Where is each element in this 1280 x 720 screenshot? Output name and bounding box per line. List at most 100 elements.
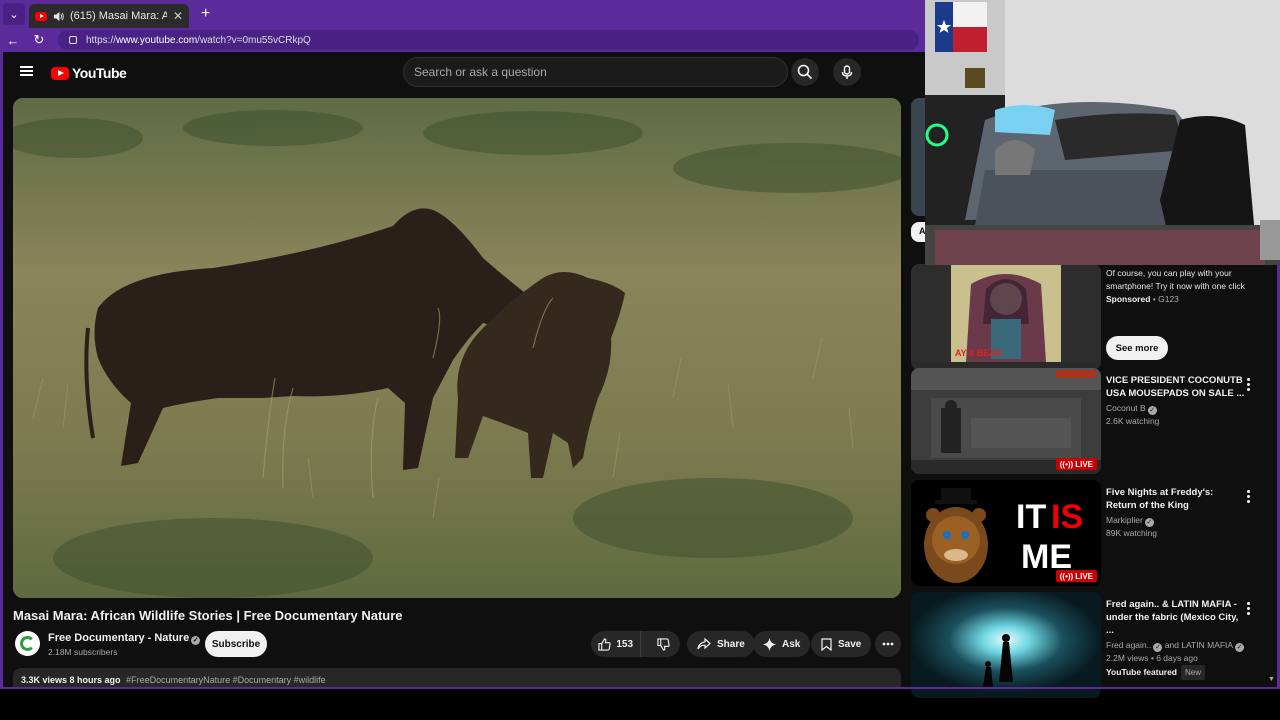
recommendation-channel[interactable]: Coconut B ✓ xyxy=(1106,402,1246,415)
more-vertical-icon[interactable] xyxy=(1247,602,1251,617)
thumb-text-is: IS xyxy=(1051,498,1083,536)
live-badge: ((•)) LIVE xyxy=(1055,570,1097,582)
address-bar-row: ← ↻ https://www.youtube.com/watch?v=0mu5… xyxy=(0,28,925,52)
video-frame-warthogs xyxy=(13,98,901,598)
share-button[interactable]: Share xyxy=(687,631,755,657)
sparkle-icon xyxy=(763,637,776,651)
more-vertical-icon[interactable] xyxy=(1247,490,1251,505)
share-label: Share xyxy=(717,638,745,650)
channel-avatar[interactable] xyxy=(15,631,40,656)
recommendation-title[interactable]: VICE PRESIDENT COCONUTB USA MOUSEPADS ON… xyxy=(1106,374,1246,400)
browser-tab-bar: ⌄ (615) Masai Mara: African Wil ✕ + xyxy=(0,0,925,28)
youtube-favicon-icon xyxy=(35,11,47,21)
live-badge: ((•)) LIVE xyxy=(1055,458,1097,470)
live-signal-icon: ((•)) xyxy=(1059,571,1074,581)
site-info-icon[interactable] xyxy=(68,35,78,45)
recommendation-channel[interactable]: Fred again.. ✓ and LATIN MAFIA ✓ xyxy=(1106,639,1246,652)
reload-icon[interactable]: ↻ xyxy=(32,32,46,48)
sponsored-ad[interactable]: AY 8 BEAR Of course, you can play with y… xyxy=(911,264,1280,370)
upload-time: 8 hours ago xyxy=(69,675,121,685)
recommendation-title[interactable]: Fred again.. & LATIN MAFIA - under the f… xyxy=(1106,598,1246,637)
ad-info: Of course, you can play with your smartp… xyxy=(1106,265,1246,306)
youtube-play-logo-icon xyxy=(51,66,69,80)
back-arrow-icon[interactable]: ← xyxy=(6,33,20,48)
verified-icon: ✓ xyxy=(1144,518,1154,527)
hashtags[interactable]: #FreeDocumentaryNature #Documentary #wil… xyxy=(126,675,326,685)
youtube-page: YouTube Search or ask a question Masai M… xyxy=(3,52,925,687)
recommendation-thumbnail[interactable]: ((•)) LIVE xyxy=(911,368,1101,474)
subscribe-button[interactable]: Subscribe xyxy=(205,631,267,657)
tab-title: (615) Masai Mara: African Wil xyxy=(70,10,167,22)
recommendation-info: VICE PRESIDENT COCONUTB USA MOUSEPADS ON… xyxy=(1106,374,1246,428)
ad-thumbnail[interactable]: AY 8 BEAR xyxy=(911,264,1101,370)
share-icon xyxy=(697,638,711,650)
see-more-button[interactable]: See more xyxy=(1106,336,1168,360)
save-button[interactable]: Save xyxy=(811,631,872,657)
logo-text: YouTube xyxy=(72,65,127,81)
close-tab-icon[interactable]: ✕ xyxy=(173,9,183,23)
channel-name[interactable]: Free Documentary - Nature ✓ xyxy=(48,632,201,645)
ad-line-1: Of course, you can play with your xyxy=(1106,268,1232,278)
browser-tab[interactable]: (615) Masai Mara: African Wil ✕ xyxy=(29,4,189,28)
verified-icon: ✓ xyxy=(1153,643,1163,652)
concert-thumbnail-art xyxy=(911,592,1101,698)
window-border-left xyxy=(0,52,3,687)
partial-chip[interactable]: A xyxy=(911,222,926,242)
partial-thumbnail[interactable] xyxy=(911,98,925,216)
description-box[interactable]: 3.3K views 8 hours ago #FreeDocumentaryN… xyxy=(13,668,901,687)
like-button[interactable]: 153 xyxy=(591,631,642,657)
more-vertical-icon[interactable] xyxy=(1247,378,1251,393)
recommendation-info: Fred again.. & LATIN MAFIA - under the f… xyxy=(1106,598,1246,680)
verified-icon: ✓ xyxy=(191,636,201,645)
texas-flag xyxy=(935,2,987,52)
subscriber-count: 2.18M subscribers xyxy=(48,647,118,657)
recommendation-channel[interactable]: Markiplier ✓ xyxy=(1106,514,1246,527)
channel-row: Free Documentary - Nature ✓ 2.18M subscri… xyxy=(13,629,903,661)
recommendation-item[interactable]: IT IS ME ((•)) LIVE Five Nights at Freddy… xyxy=(911,480,1280,586)
recommendation-info: Five Nights at Freddy's: Return of the K… xyxy=(1106,486,1246,540)
new-badge: New xyxy=(1181,665,1206,680)
search-input[interactable]: Search or ask a question xyxy=(403,57,788,87)
ad-line-2: smartphone! Try it now with one click xyxy=(1106,281,1245,291)
thumb-text-it: IT xyxy=(1016,498,1046,536)
search-button[interactable] xyxy=(791,58,819,86)
webcam-overlay xyxy=(925,0,1280,265)
ad-thumb-text: AY 8 BEAR xyxy=(955,348,1003,358)
video-player[interactable] xyxy=(13,98,901,598)
recommendation-thumbnail[interactable]: IT IS ME ((•)) LIVE xyxy=(911,480,1101,586)
url-field[interactable]: https://www.youtube.com/watch?v=0mu55vCR… xyxy=(58,30,919,50)
voice-search-button[interactable] xyxy=(833,58,861,86)
thumbs-down-icon xyxy=(657,637,670,651)
view-count: 3.3K views xyxy=(21,675,68,685)
speaker-icon[interactable] xyxy=(53,11,64,22)
tab-actions-chevron-icon[interactable]: ⌄ xyxy=(3,3,25,25)
save-label: Save xyxy=(838,638,862,650)
ad-artwork: AY 8 BEAR xyxy=(911,264,1101,362)
recommendation-title[interactable]: Five Nights at Freddy's: Return of the K… xyxy=(1106,486,1246,512)
recommendation-thumbnail[interactable] xyxy=(911,592,1101,698)
window-border-bottom xyxy=(0,687,1280,689)
new-tab-button[interactable]: + xyxy=(201,5,210,23)
ask-button[interactable]: Ask xyxy=(753,631,811,657)
menu-icon[interactable] xyxy=(20,66,33,76)
recommendation-item[interactable]: Fred again.. & LATIN MAFIA - under the f… xyxy=(911,592,1280,698)
recommendation-meta: 2.6K watching xyxy=(1106,416,1160,426)
live-signal-icon: ((•)) xyxy=(1059,459,1074,469)
recommendation-meta: 2.2M views • 6 days ago xyxy=(1106,653,1198,663)
more-horizontal-icon xyxy=(882,642,894,646)
search-placeholder: Search or ask a question xyxy=(414,65,547,79)
verified-icon: ✓ xyxy=(1147,406,1157,415)
youtube-logo[interactable]: YouTube xyxy=(51,65,127,81)
dislike-button[interactable] xyxy=(647,631,680,657)
ask-label: Ask xyxy=(782,638,801,650)
verified-icon: ✓ xyxy=(1235,643,1245,652)
recommendation-item[interactable]: ((•)) LIVE VICE PRESIDENT COCONUTB USA MO… xyxy=(911,368,1280,474)
more-actions-button[interactable] xyxy=(875,631,901,657)
scroll-down-icon[interactable]: ▼ xyxy=(1268,676,1275,683)
thumbs-up-icon xyxy=(598,637,611,651)
recommendation-meta: 89K watching xyxy=(1106,528,1158,538)
url-text: https://www.youtube.com/watch?v=0mu55vCR… xyxy=(86,34,311,46)
youtube-header: YouTube Search or ask a question xyxy=(3,52,925,92)
like-count: 153 xyxy=(616,638,634,650)
ad-sponsor-line: Sponsored • G123 xyxy=(1106,294,1179,304)
